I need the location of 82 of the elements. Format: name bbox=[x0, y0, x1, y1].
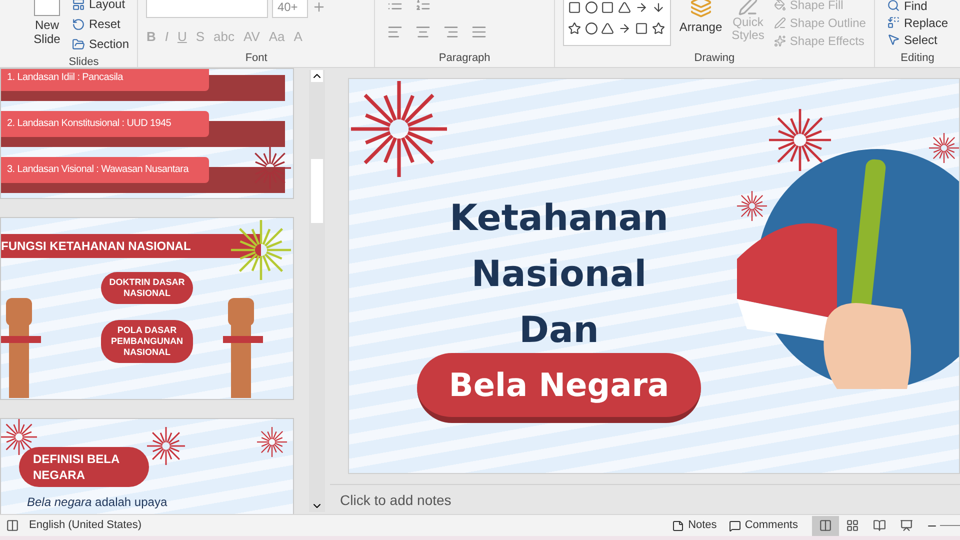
title-pill: DEFINISI BELA NEGARA bbox=[19, 447, 149, 488]
command-icon bbox=[72, 18, 85, 30]
firework-drawing bbox=[257, 427, 287, 458]
shapes-gallery[interactable] bbox=[562, 0, 672, 46]
firework-drawing bbox=[231, 220, 291, 280]
sorter-view-icon bbox=[846, 519, 859, 532]
font-size-field[interactable]: 40+ bbox=[272, 0, 308, 18]
shape-icon[interactable] bbox=[634, 1, 648, 14]
firework-drawing bbox=[147, 427, 185, 466]
title-bar: FUNGSI KETAHANAN NASIONAL bbox=[1, 234, 261, 258]
group-label: Slides bbox=[68, 55, 100, 67]
scroll-up-icon[interactable] bbox=[311, 70, 323, 82]
editing-command[interactable]: Find bbox=[886, 0, 948, 14]
normal-view-icon bbox=[819, 519, 832, 532]
shape-icon[interactable] bbox=[584, 1, 598, 14]
slide-thumbnail[interactable]: FUNGSI KETAHANAN NASIONAL DOKTRIN DASAR NASIONAL POLA DASAR PEMBANGUNAN NASIONAL bbox=[0, 217, 294, 400]
align-center-icon[interactable] bbox=[415, 24, 432, 40]
comment-icon bbox=[728, 520, 741, 532]
command-icon bbox=[774, 0, 786, 11]
numbering-icon[interactable] bbox=[415, 0, 432, 12]
justify-icon[interactable] bbox=[471, 24, 488, 40]
list-bar: 2. Landasan Konstitusional : UUD 1945 bbox=[1, 111, 209, 137]
command-icon bbox=[774, 35, 786, 47]
ribbon-command[interactable]: Section bbox=[72, 34, 130, 54]
font-name-field[interactable] bbox=[146, 0, 268, 18]
slide-canvas[interactable]: Ketahanan Nasional Dan Bela Negara bbox=[348, 78, 960, 474]
shape-icon[interactable] bbox=[601, 1, 614, 14]
pill-label: POLA DASAR PEMBANGUNAN NASIONAL bbox=[101, 320, 193, 364]
command-icon bbox=[886, 16, 900, 29]
editing-command[interactable]: Replace bbox=[886, 14, 948, 31]
command-icon bbox=[72, 38, 85, 50]
grow-font-icon[interactable] bbox=[312, 0, 326, 14]
group-label: Font bbox=[244, 50, 268, 66]
shape-icon[interactable] bbox=[568, 1, 581, 14]
command-icon bbox=[774, 17, 786, 29]
comments-button[interactable]: Comments bbox=[728, 517, 798, 534]
pill-label: DOKTRIN DASAR NASIONAL bbox=[101, 272, 193, 304]
group-label: Editing bbox=[900, 50, 936, 66]
command-icon bbox=[886, 0, 900, 12]
command-icon bbox=[886, 33, 900, 46]
view-button[interactable] bbox=[812, 516, 839, 536]
firework-drawing bbox=[1, 419, 37, 456]
notes-icon bbox=[672, 520, 684, 532]
shape-icon[interactable] bbox=[652, 22, 665, 35]
slide-title-line: Dan bbox=[519, 309, 599, 353]
shape-icon[interactable] bbox=[618, 22, 632, 35]
shape-icon[interactable] bbox=[652, 1, 665, 14]
ribbon-command[interactable]: Reset bbox=[72, 14, 130, 34]
command-icon bbox=[72, 0, 85, 10]
scroll-thumb[interactable] bbox=[311, 159, 323, 223]
firework-drawing bbox=[737, 191, 767, 221]
group-label: Drawing bbox=[693, 51, 736, 66]
body-text: Bela negara adalah upaya bbox=[27, 494, 168, 512]
new-slide-button[interactable]: New Slide bbox=[30, 0, 64, 54]
reading-view-icon bbox=[873, 519, 886, 532]
slideshow-view-icon bbox=[900, 519, 913, 532]
list-bar: 3. Landasan Visional : Wawasan Nusantara bbox=[1, 157, 209, 183]
arrange-icon bbox=[690, 0, 712, 18]
editing-command[interactable]: Select bbox=[886, 31, 948, 48]
align-right-icon[interactable] bbox=[443, 24, 460, 40]
language-label[interactable]: English (United States) bbox=[29, 517, 142, 534]
shape-icon[interactable] bbox=[568, 22, 581, 35]
shape-icon[interactable] bbox=[618, 1, 632, 14]
shape-icon[interactable] bbox=[634, 22, 648, 35]
list-bar: 1. Landasan Idiil : Pancasila bbox=[1, 69, 209, 91]
brush-icon bbox=[738, 0, 758, 16]
slide-thumbnail[interactable]: 1. Landasan Idiil : Pancasila 2. Landasan Konstitusional : UUD 1945 3. Landasan Visional : Wawasan Nusantara bbox=[0, 68, 294, 200]
title-banner: Bela Negara bbox=[417, 353, 701, 423]
firework-drawing bbox=[769, 109, 831, 171]
notes-button[interactable]: Notes bbox=[672, 517, 717, 534]
group-label: Paragraph bbox=[438, 50, 492, 66]
align-left-icon[interactable] bbox=[387, 24, 404, 40]
firework-drawing bbox=[249, 147, 291, 189]
slide-thumbnail[interactable]: DEFINISI BELA NEGARA Bela negara adalah upaya bbox=[0, 418, 294, 514]
scrollbar[interactable] bbox=[309, 70, 325, 512]
slide-title-line: Ketahanan bbox=[450, 197, 668, 241]
slide-title-line: Nasional bbox=[471, 253, 647, 297]
shape-icon[interactable] bbox=[584, 22, 598, 35]
ribbon-command[interactable]: Layout bbox=[72, 0, 130, 14]
shape-icon[interactable] bbox=[601, 22, 614, 35]
firework-drawing bbox=[929, 133, 959, 163]
arrange-button[interactable]: Arrange bbox=[679, 0, 722, 50]
